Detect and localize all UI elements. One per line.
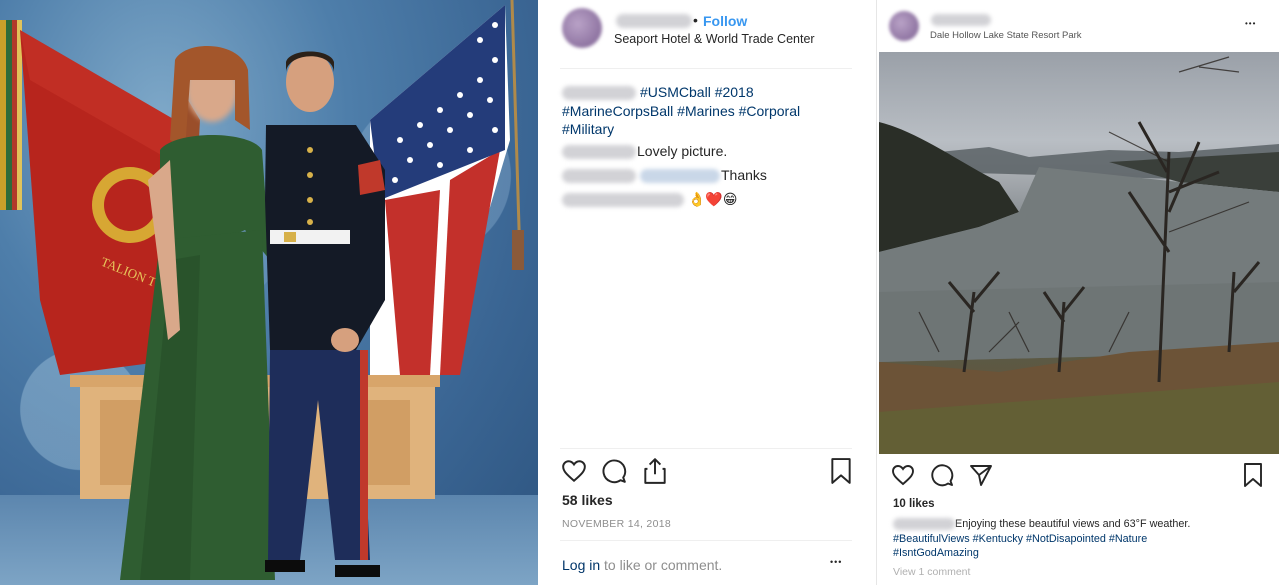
mention-blurred[interactable]	[640, 169, 720, 184]
hashtags[interactable]: #IsntGodAmazing	[893, 546, 1273, 561]
post-location[interactable]: Dale Hollow Lake State Resort Park	[930, 30, 1082, 41]
commenter-blurred[interactable]	[562, 145, 636, 160]
login-text: to like or comment.	[600, 557, 723, 573]
comment-row: Thanks	[562, 167, 767, 184]
caption-line-1: Enjoying these beautiful views and 63°F …	[893, 517, 1273, 532]
more-options-icon[interactable]: •••	[1245, 19, 1256, 28]
us-flag	[370, 0, 524, 375]
caption-line-1: #USMCball #2018	[562, 83, 852, 102]
share-icon[interactable]	[642, 457, 668, 485]
heart-icon[interactable]	[561, 458, 587, 484]
caption-text: Enjoying these beautiful views and 63°F …	[955, 518, 1191, 530]
hashtags[interactable]: #USMCball #2018	[640, 84, 754, 100]
lake-scene	[879, 56, 1279, 454]
login-link[interactable]: Log in	[562, 557, 600, 573]
view-comments-link[interactable]: View 1 comment	[893, 566, 970, 578]
hashtags[interactable]: #MarineCorpsBall #Marines #Corporal	[562, 102, 852, 121]
follow-link[interactable]: Follow	[703, 13, 747, 29]
comment-icon[interactable]	[930, 463, 954, 487]
caption: Enjoying these beautiful views and 63°F …	[893, 517, 1273, 561]
login-prompt: Log in to like or comment.	[562, 557, 722, 573]
likes-count[interactable]: 58 likes	[562, 492, 613, 508]
commenter-blurred[interactable]	[562, 193, 684, 208]
avatar[interactable]	[562, 8, 602, 48]
heart-icon[interactable]	[891, 463, 915, 487]
post-photo-lake[interactable]	[879, 52, 1279, 454]
hashtags[interactable]: #BeautifulViews #Kentucky #NotDisapointe…	[893, 532, 1273, 547]
more-options-icon[interactable]: •••	[830, 557, 842, 567]
comment-text: 👌❤️😁	[688, 191, 738, 207]
footer-divider	[560, 540, 852, 541]
username-blurred[interactable]	[562, 86, 636, 101]
post-sidebar: • Follow Seaport Hotel & World Trade Cen…	[540, 0, 873, 585]
post-location[interactable]: Seaport Hotel & World Trade Center	[614, 32, 815, 46]
commenter-blurred[interactable]	[562, 169, 636, 184]
username-blurred[interactable]	[931, 14, 991, 26]
post-date: NOVEMBER 14, 2018	[562, 518, 671, 530]
username-blurred[interactable]	[893, 518, 955, 531]
bookmark-icon[interactable]	[1243, 463, 1263, 487]
comment-row: Lovely picture.	[562, 143, 728, 160]
comment-icon[interactable]	[601, 458, 627, 484]
bookmark-icon[interactable]	[830, 458, 852, 484]
likes-count[interactable]: 10 likes	[893, 498, 935, 510]
actions-divider	[560, 448, 852, 449]
username-blurred[interactable]	[616, 14, 692, 28]
header-divider	[560, 68, 852, 69]
follow-separator: •	[693, 12, 698, 28]
hashtags[interactable]: #Military	[562, 120, 852, 139]
post-photo-couple[interactable]: TALION TWEN	[0, 0, 538, 585]
avatar[interactable]	[889, 11, 919, 41]
send-icon[interactable]	[969, 463, 993, 487]
comment-text: Lovely picture.	[637, 143, 728, 159]
caption: #USMCball #2018 #MarineCorpsBall #Marine…	[562, 83, 852, 139]
photo-scene: TALION TWEN	[0, 0, 524, 580]
post-card-lake: Dale Hollow Lake State Resort Park ••• 1…	[876, 0, 1280, 585]
streamers	[0, 20, 22, 210]
comment-text: Thanks	[721, 167, 767, 183]
comment-row: 👌❤️😁	[562, 191, 737, 208]
